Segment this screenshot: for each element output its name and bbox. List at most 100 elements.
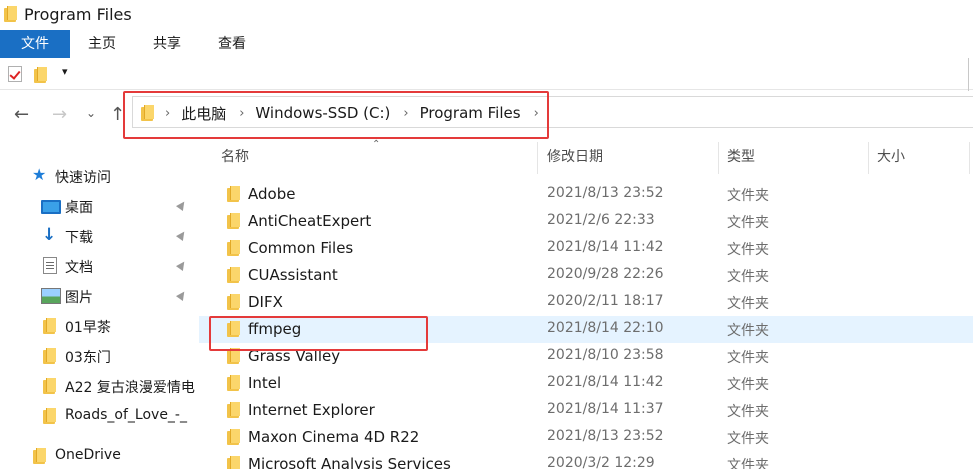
column-divider[interactable] — [718, 142, 719, 174]
file-row[interactable]: AntiCheatExpert 2021/2/6 22:33 文件夹 — [199, 208, 973, 235]
sidebar-item-folder[interactable]: Roads_of_Love_-_ — [0, 402, 199, 430]
file-type: 文件夹 — [727, 215, 769, 231]
sidebar-item-downloads[interactable]: ↓ 下载 ▲ — [0, 222, 199, 250]
folder-icon — [227, 267, 240, 283]
address-annotation-box — [123, 91, 549, 139]
forward-button[interactable]: → — [52, 104, 67, 125]
file-type: 文件夹 — [727, 242, 769, 258]
sidebar-item-folder[interactable]: 01早茶 — [0, 312, 199, 340]
properties-check-icon[interactable] — [8, 66, 22, 82]
file-row[interactable]: Common Files 2021/8/14 11:42 文件夹 — [199, 235, 973, 262]
back-button[interactable]: ← — [14, 104, 29, 125]
folder-icon — [4, 6, 17, 22]
file-type: 文件夹 — [727, 188, 769, 204]
column-divider[interactable] — [868, 142, 869, 174]
folder-icon — [33, 448, 46, 464]
folder-icon — [227, 240, 240, 256]
sidebar-item-label: 桌面 — [65, 200, 93, 216]
pictures-icon — [41, 288, 61, 304]
tab-share[interactable]: 共享 — [151, 30, 183, 58]
file-type: 文件夹 — [727, 296, 769, 312]
column-header-type[interactable]: 类型 — [727, 146, 755, 176]
column-header-date[interactable]: 修改日期 — [547, 146, 603, 176]
file-list: 名称 修改日期 类型 大小 Adobe 2021/8/13 23:52 文件夹 … — [199, 140, 973, 469]
file-type: 文件夹 — [727, 269, 769, 285]
recent-locations-button[interactable]: ⌄ — [86, 106, 96, 120]
pin-icon[interactable]: ▲ — [175, 287, 189, 303]
sidebar-item-onedrive[interactable]: OneDrive — [0, 442, 199, 469]
sidebar-item-pictures[interactable]: 图片 ▲ — [0, 282, 199, 310]
folder-icon — [43, 348, 56, 364]
sidebar-item-folder[interactable]: A22 复古浪漫爱情电 — [0, 372, 199, 400]
document-icon — [43, 257, 57, 274]
file-date: 2021/8/14 11:42 — [547, 374, 664, 390]
sidebar-item-label: 图片 — [65, 290, 93, 306]
sidebar-item-documents[interactable]: 文档 ▲ — [0, 252, 199, 280]
file-row[interactable]: DIFX 2020/2/11 18:17 文件夹 — [199, 289, 973, 316]
ffmpeg-annotation-box — [209, 316, 428, 351]
customize-toolbar-dropdown[interactable]: ▾ — [62, 65, 68, 78]
file-date: 2020/9/28 22:26 — [547, 266, 664, 282]
file-row[interactable]: Maxon Cinema 4D R22 2021/8/13 23:52 文件夹 — [199, 424, 973, 451]
star-icon: ★ — [32, 165, 47, 184]
file-date: 2021/8/10 23:58 — [547, 347, 664, 363]
column-divider[interactable] — [969, 142, 970, 174]
file-name: DIFX — [248, 293, 283, 311]
sidebar-item-label: 01早茶 — [65, 320, 111, 336]
file-date: 2021/2/6 22:33 — [547, 212, 655, 228]
file-type: 文件夹 — [727, 377, 769, 393]
sidebar-item-desktop[interactable]: 桌面 ▲ — [0, 192, 199, 220]
folder-icon — [227, 402, 240, 418]
file-name: Microsoft Analysis Services — [248, 455, 451, 469]
pin-icon[interactable]: ▲ — [175, 257, 189, 273]
sidebar-item-label: Roads_of_Love_-_ — [65, 407, 187, 423]
ribbon-tabs: 文件 主页 共享 查看 — [0, 30, 973, 58]
file-date: 2020/3/2 12:29 — [547, 455, 655, 469]
new-folder-icon[interactable] — [34, 67, 47, 83]
pin-icon[interactable]: ▲ — [175, 197, 189, 213]
window-edge — [968, 58, 969, 91]
folder-icon — [227, 186, 240, 202]
file-name: Internet Explorer — [248, 401, 375, 419]
folder-icon — [227, 213, 240, 229]
sidebar-item-quick-access[interactable]: ★ 快速访问 — [0, 162, 199, 190]
sidebar-item-label: 03东门 — [65, 350, 111, 366]
sidebar-item-label: A22 复古浪漫爱情电 — [65, 380, 195, 396]
sidebar-item-folder[interactable]: 03东门 — [0, 342, 199, 370]
file-type: 文件夹 — [727, 458, 769, 469]
folder-icon — [227, 456, 240, 469]
tab-view[interactable]: 查看 — [216, 30, 248, 58]
column-header-size[interactable]: 大小 — [877, 146, 905, 176]
file-row[interactable]: Internet Explorer 2021/8/14 11:37 文件夹 — [199, 397, 973, 424]
file-date: 2021/8/13 23:52 — [547, 185, 664, 201]
pin-icon[interactable]: ▲ — [175, 227, 189, 243]
file-name: CUAssistant — [248, 266, 338, 284]
quick-access-toolbar: ▾ — [0, 60, 973, 90]
sidebar-item-label: OneDrive — [55, 447, 121, 463]
file-type: 文件夹 — [727, 404, 769, 420]
folder-icon — [227, 375, 240, 391]
file-type: 文件夹 — [727, 350, 769, 366]
window-title: Program Files — [24, 5, 132, 24]
file-date: 2021/8/14 11:42 — [547, 239, 664, 255]
file-row[interactable]: Adobe 2021/8/13 23:52 文件夹 — [199, 181, 973, 208]
tab-home[interactable]: 主页 — [86, 30, 118, 58]
file-date: 2020/2/11 18:17 — [547, 293, 664, 309]
folder-icon — [43, 408, 56, 424]
file-row[interactable]: Microsoft Analysis Services 2020/3/2 12:… — [199, 451, 973, 469]
file-row[interactable]: CUAssistant 2020/9/28 22:26 文件夹 — [199, 262, 973, 289]
navigation-pane: ★ 快速访问 桌面 ▲ ↓ 下载 ▲ 文档 ▲ 图片 ▲ 01早茶 03东门 A… — [0, 140, 199, 469]
file-date: 2021/8/14 11:37 — [547, 401, 664, 417]
file-date: 2021/8/14 22:10 — [547, 320, 664, 336]
file-row[interactable]: Intel 2021/8/14 11:42 文件夹 — [199, 370, 973, 397]
tab-file[interactable]: 文件 — [0, 30, 70, 58]
file-name: AntiCheatExpert — [248, 212, 372, 230]
folder-icon — [43, 318, 56, 334]
file-type: 文件夹 — [727, 431, 769, 447]
column-header-name[interactable]: 名称 — [221, 146, 249, 176]
file-name: Adobe — [248, 185, 296, 203]
file-name: Maxon Cinema 4D R22 — [248, 428, 420, 446]
column-divider[interactable] — [537, 142, 538, 174]
title-bar: Program Files — [0, 0, 973, 30]
folder-icon — [227, 429, 240, 445]
